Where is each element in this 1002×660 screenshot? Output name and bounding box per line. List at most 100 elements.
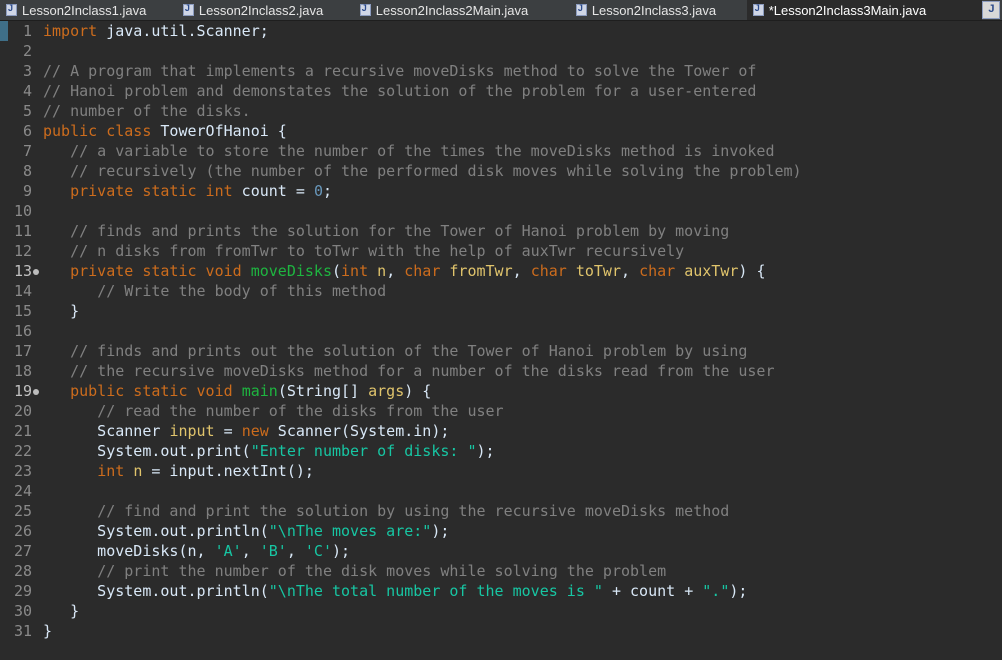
tab-label: Lesson2Inclass1.java bbox=[22, 2, 147, 18]
code-line[interactable]: 24 bbox=[0, 481, 32, 501]
code-line[interactable]: 19 public static void main(String[] args… bbox=[0, 381, 431, 401]
code-token: (String[] bbox=[277, 382, 369, 400]
tab-lesson2inclass1-java[interactable]: Lesson2Inclass1.java bbox=[0, 0, 177, 20]
code-line[interactable]: 22 System.out.print("Enter number of dis… bbox=[0, 441, 495, 461]
line-number: 28 bbox=[13, 562, 32, 580]
code-line[interactable]: 15 } bbox=[0, 301, 79, 321]
code-token: args bbox=[368, 382, 405, 400]
fold-toggle-icon[interactable] bbox=[33, 388, 39, 395]
code-text: } bbox=[43, 621, 52, 641]
line-number: 4 bbox=[22, 82, 32, 100]
java-file-icon bbox=[6, 3, 17, 16]
code-token: , bbox=[286, 542, 305, 560]
code-line[interactable]: 8 // recursively (the number of the perf… bbox=[0, 161, 802, 181]
code-token: = bbox=[214, 422, 242, 440]
code-line[interactable]: 28 // print the number of the disk moves… bbox=[0, 561, 666, 581]
code-token: 'C' bbox=[304, 542, 332, 560]
code-token: int bbox=[341, 262, 369, 280]
line-number: 30 bbox=[13, 602, 32, 620]
code-token: auxTwr bbox=[684, 262, 739, 280]
code-line[interactable]: 20 // read the number of the disks from … bbox=[0, 401, 504, 421]
fold-toggle-icon[interactable] bbox=[33, 268, 39, 275]
code-text: // print the number of the disk moves wh… bbox=[43, 561, 666, 581]
code-token: } bbox=[43, 602, 80, 620]
tab-lesson2inclass2-java[interactable]: Lesson2Inclass2.java bbox=[177, 0, 354, 20]
code-token: int bbox=[97, 462, 125, 480]
code-text: // finds and prints out the solution of … bbox=[43, 341, 747, 361]
code-line[interactable]: 4 // Hanoi problem and demonstates the so… bbox=[0, 81, 756, 101]
line-number: 2 bbox=[22, 42, 32, 60]
code-line[interactable]: 12 // n disks from fromTwr to toTwr with… bbox=[0, 241, 684, 261]
code-line[interactable]: 25 // find and print the solution by usi… bbox=[0, 501, 729, 521]
code-line[interactable]: 3 // A program that implements a recursiv… bbox=[0, 61, 756, 81]
java-file-icon bbox=[182, 3, 194, 16]
code-text: Scanner input = new Scanner(System.in); bbox=[43, 421, 449, 441]
tab-label: Lesson2Inclass3.java bbox=[591, 2, 717, 18]
code-text: // number of the disks. bbox=[43, 101, 251, 121]
code-line[interactable]: 11 // finds and prints the solution for … bbox=[0, 221, 729, 241]
code-text: // Hanoi problem and demonstates the sol… bbox=[43, 81, 756, 101]
code-text: // n disks from fromTwr to toTwr with th… bbox=[43, 241, 684, 261]
code-text: moveDisks(n, 'A', 'B', 'C'); bbox=[43, 541, 350, 561]
code-text: // A program that implements a recursive… bbox=[43, 61, 756, 81]
code-line[interactable]: 18 // the recursive moveDisks method for… bbox=[0, 361, 775, 381]
code-line[interactable]: 31} bbox=[0, 621, 52, 641]
code-text: int n = input.nextInt(); bbox=[43, 461, 314, 481]
code-line[interactable]: 23 int n = input.nextInt(); bbox=[0, 461, 314, 481]
line-number: 29 bbox=[13, 582, 32, 600]
tab-label: Lesson2Inclass2.java bbox=[198, 2, 324, 18]
code-line[interactable]: 10 bbox=[0, 201, 32, 221]
code-line[interactable]: 30 } bbox=[0, 601, 79, 621]
code-token: import bbox=[43, 22, 98, 40]
tab-lesson2inclass3main-java[interactable]: *Lesson2Inclass3Main.java bbox=[746, 0, 983, 20]
code-line[interactable]: 9 private static int count = 0; bbox=[0, 181, 332, 201]
code-text: // Write the body of this method bbox=[43, 281, 386, 301]
tab-lesson2inclass2main-java[interactable]: Lesson2Inclass2Main.java bbox=[354, 0, 570, 20]
line-number: 17 bbox=[13, 342, 32, 360]
code-token: char bbox=[639, 262, 676, 280]
code-token: // finds and prints out the solution of … bbox=[70, 342, 748, 360]
line-number: 7 bbox=[22, 142, 32, 160]
code-token: 0 bbox=[313, 182, 323, 200]
code-text: private static void moveDisks(int n, cha… bbox=[43, 261, 765, 281]
code-line[interactable]: 6 public class TowerOfHanoi { bbox=[0, 121, 287, 141]
line-number: 14 bbox=[13, 282, 32, 300]
code-token: // number of the disks. bbox=[43, 102, 251, 120]
code-line[interactable]: 29 System.out.println("\nThe total numbe… bbox=[0, 581, 747, 601]
code-token: ); bbox=[729, 582, 748, 600]
code-line[interactable]: 1 import java.util.Scanner; bbox=[0, 21, 269, 41]
code-editor[interactable]: 1 import java.util.Scanner; 2 3// A program… bbox=[0, 21, 1002, 660]
code-token: , bbox=[241, 542, 260, 560]
tab-lesson2inclass3-java[interactable]: Lesson2Inclass3.java bbox=[570, 0, 747, 20]
code-text: import java.util.Scanner; bbox=[43, 21, 269, 41]
line-number: 15 bbox=[13, 302, 32, 320]
code-line[interactable]: 16 bbox=[0, 321, 32, 341]
code-token: input bbox=[169, 422, 215, 440]
code-line[interactable]: 14 // Write the body of this method bbox=[0, 281, 386, 301]
code-line[interactable]: 17 // finds and prints out the solution … bbox=[0, 341, 747, 361]
code-text: public static void main(String[] args) { bbox=[43, 381, 431, 401]
code-text: } bbox=[43, 601, 79, 621]
code-token: // the recursive moveDisks method for a … bbox=[70, 362, 775, 380]
code-line[interactable]: 5 // number of the disks. bbox=[0, 101, 251, 121]
line-number: 24 bbox=[13, 482, 32, 500]
code-token: 'B' bbox=[259, 542, 287, 560]
line-number: 16 bbox=[13, 322, 32, 340]
line-number: 27 bbox=[13, 542, 32, 560]
code-line[interactable]: 13 private static void moveDisks(int n, … bbox=[0, 261, 766, 281]
code-token: char bbox=[530, 262, 567, 280]
line-number: 31 bbox=[13, 622, 32, 640]
code-line[interactable]: 26 System.out.println("\nThe moves are:"… bbox=[0, 521, 449, 541]
code-line[interactable]: 7 // a variable to store the number of t… bbox=[0, 141, 775, 161]
java-file-icon bbox=[359, 3, 371, 16]
code-line[interactable]: 21 Scanner input = new Scanner(System.in… bbox=[0, 421, 449, 441]
java-file-icon[interactable] bbox=[982, 1, 1001, 19]
code-line[interactable]: 27 moveDisks(n, 'A', 'B', 'C'); bbox=[0, 541, 350, 561]
code-line[interactable]: 2 bbox=[0, 41, 32, 61]
